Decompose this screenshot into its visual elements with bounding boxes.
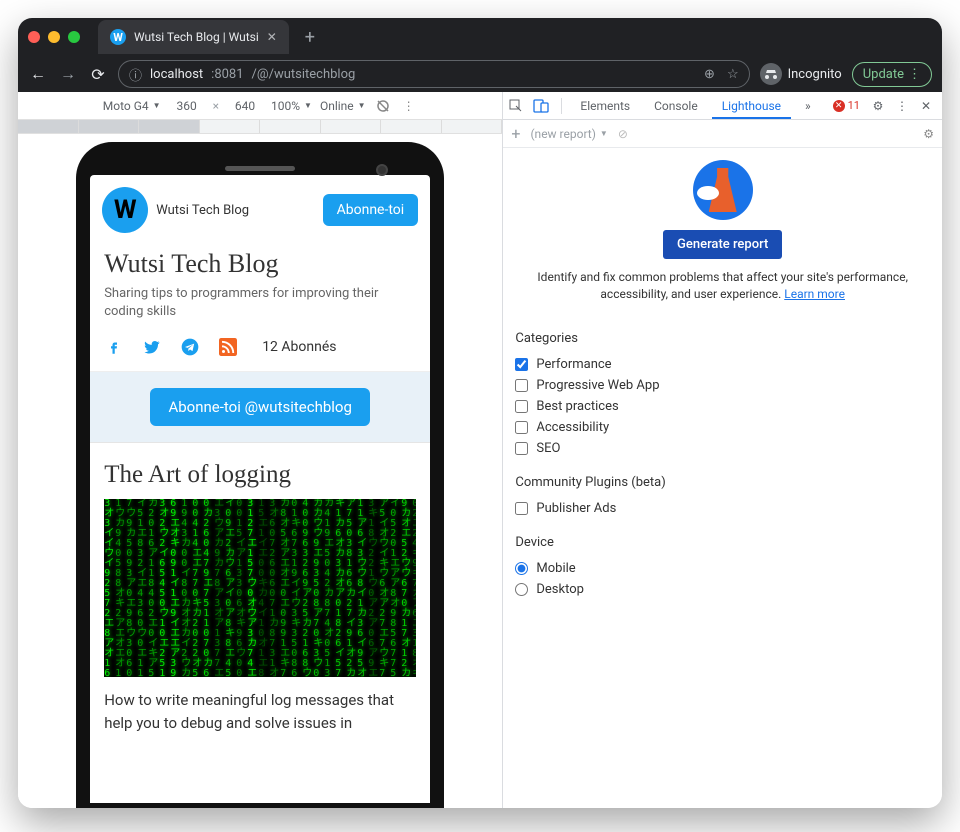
twitter-icon[interactable] <box>142 337 162 357</box>
phone-speaker <box>225 166 295 171</box>
generate-report-button[interactable]: Generate report <box>663 230 782 259</box>
browser-tab[interactable]: W Wutsi Tech Blog | Wutsi ✕ <box>98 20 289 54</box>
tab-close-icon[interactable]: ✕ <box>267 30 277 44</box>
clear-icon[interactable]: ⊘ <box>618 127 628 141</box>
device-toggle-icon[interactable] <box>533 99 553 113</box>
window-min-dot[interactable] <box>48 31 60 43</box>
subscribe-cta-button[interactable]: Abonne-toi @wutsitechblog <box>150 388 369 426</box>
cat-list-item[interactable]: Accessibility <box>515 417 930 438</box>
device-list-input[interactable] <box>515 583 528 596</box>
window-close-dot[interactable] <box>28 31 40 43</box>
menu-dots-icon[interactable]: ⋮ <box>908 67 921 82</box>
cat-list-label: Progressive Web App <box>536 378 659 393</box>
url-port: :8081 <box>211 67 243 82</box>
device-list-label: Mobile <box>536 561 575 576</box>
address-bar[interactable]: ⓘ localhost :8081 /@/wutsitechblog ⊕ ☆ <box>118 60 750 88</box>
tab-title: Wutsi Tech Blog | Wutsi <box>134 30 259 44</box>
dim-separator: × <box>213 99 219 113</box>
cat-list-input[interactable] <box>515 358 528 371</box>
learn-more-link[interactable]: Learn more <box>784 287 845 301</box>
cat-list-item[interactable]: Performance <box>515 354 930 375</box>
article-title[interactable]: The Art of logging <box>104 461 416 489</box>
update-button[interactable]: Update ⋮ <box>852 62 932 87</box>
back-button[interactable]: ← <box>28 64 48 84</box>
plugin-list-label: Publisher Ads <box>536 501 616 516</box>
page-tagline: Sharing tips to programmers for improvin… <box>90 285 430 331</box>
followers-count: 12 Abonnés <box>262 339 336 355</box>
viewport-height-input[interactable] <box>227 99 263 113</box>
incognito-indicator: Incognito <box>760 63 842 85</box>
plugin-list-item[interactable]: Publisher Ads <box>515 498 930 519</box>
cat-list-label: SEO <box>536 441 560 456</box>
cat-list-input[interactable] <box>515 379 528 392</box>
device-heading: Device <box>515 535 930 550</box>
facebook-icon[interactable] <box>104 337 124 357</box>
tab-lighthouse[interactable]: Lighthouse <box>712 93 791 119</box>
bookmark-star-icon[interactable]: ☆ <box>727 67 739 82</box>
cat-list-item[interactable]: SEO <box>515 438 930 459</box>
error-counter[interactable]: ✕11 <box>829 99 864 112</box>
incognito-icon <box>760 63 782 85</box>
zoom-icon[interactable]: ⊕ <box>704 67 715 82</box>
device-screen[interactable]: W Wutsi Tech Blog Abonne-toi Wutsi Tech … <box>90 175 430 803</box>
cat-list-label: Accessibility <box>536 420 609 435</box>
device-frame: W Wutsi Tech Blog Abonne-toi Wutsi Tech … <box>76 142 444 808</box>
lighthouse-settings-gear-icon[interactable]: ⚙ <box>923 127 934 141</box>
cat-list-input[interactable] <box>515 400 528 413</box>
responsive-ruler <box>18 120 502 134</box>
page-title: Wutsi Tech Blog <box>90 245 430 285</box>
lighthouse-logo-icon <box>693 160 753 220</box>
device-list-item[interactable]: Desktop <box>515 579 930 600</box>
site-name: Wutsi Tech Blog <box>156 203 249 218</box>
device-select[interactable]: Moto G4▼ <box>103 99 161 113</box>
plugins-heading: Community Plugins (beta) <box>515 475 930 490</box>
site-info-icon[interactable]: ⓘ <box>129 65 142 84</box>
favicon-icon: W <box>110 29 126 45</box>
plugin-list-input[interactable] <box>515 502 528 515</box>
tabs-overflow[interactable]: » <box>795 93 821 119</box>
devtools-close-icon[interactable]: ✕ <box>916 99 936 113</box>
report-select[interactable]: (new report) ▼ <box>530 127 607 141</box>
reload-button[interactable]: ⟳ <box>88 65 108 84</box>
url-path: /@/wutsitechblog <box>252 67 356 82</box>
rotate-icon[interactable] <box>374 97 392 115</box>
zoom-select[interactable]: 100%▼ <box>271 99 312 113</box>
device-list-input[interactable] <box>515 562 528 575</box>
lighthouse-description: Identify and fix common problems that af… <box>515 269 930 303</box>
cat-list-input[interactable] <box>515 421 528 434</box>
device-list-item[interactable]: Mobile <box>515 558 930 579</box>
more-icon[interactable]: ⋮ <box>400 97 418 115</box>
cat-list-item[interactable]: Best practices <box>515 396 930 417</box>
incognito-label: Incognito <box>788 67 842 82</box>
inspect-icon[interactable] <box>509 99 529 113</box>
url-host: localhost <box>150 67 203 82</box>
device-list-label: Desktop <box>536 582 584 597</box>
window-max-dot[interactable] <box>68 31 80 43</box>
viewport-width-input[interactable] <box>169 99 205 113</box>
settings-gear-icon[interactable]: ⚙ <box>868 99 888 113</box>
telegram-icon[interactable] <box>180 337 200 357</box>
tab-console[interactable]: Console <box>644 93 708 119</box>
categories-heading: Categories <box>515 331 930 346</box>
throttle-select[interactable]: Online▼ <box>320 99 366 113</box>
site-avatar[interactable]: W <box>102 187 148 233</box>
rss-icon[interactable] <box>218 337 238 357</box>
article-excerpt: How to write meaningful log messages tha… <box>104 677 416 734</box>
cat-list-item[interactable]: Progressive Web App <box>515 375 930 396</box>
forward-button[interactable]: → <box>58 64 78 84</box>
new-tab-button[interactable]: + <box>297 24 323 50</box>
article-image[interactable]: 3 オ 3 イ イ ウ イ 9 2 5 7 2 エ 8 ア オ 1 6 2 カ … <box>104 499 416 677</box>
new-report-plus-icon[interactable]: + <box>511 124 520 143</box>
cat-list-label: Best practices <box>536 399 618 414</box>
cat-list-input[interactable] <box>515 442 528 455</box>
subscribe-button[interactable]: Abonne-toi <box>323 194 419 226</box>
devtools-menu-icon[interactable]: ⋮ <box>892 99 912 113</box>
tab-elements[interactable]: Elements <box>570 93 640 119</box>
cat-list-label: Performance <box>536 357 611 372</box>
